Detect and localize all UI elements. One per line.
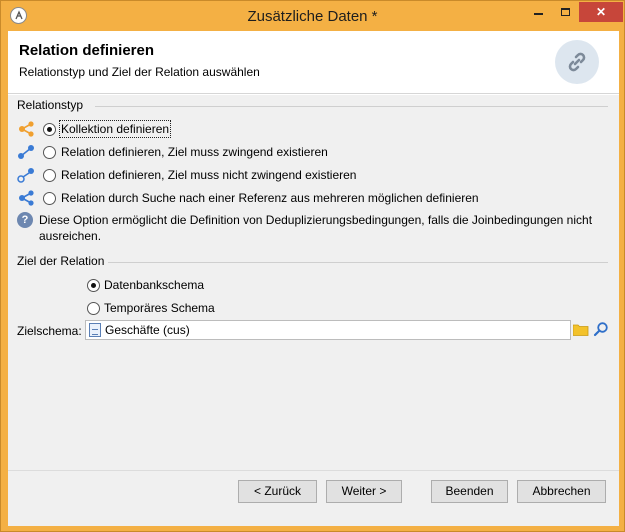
folder-icon[interactable]: [573, 323, 589, 336]
close-icon: ✕: [595, 5, 607, 19]
zielschema-label: Zielschema:: [17, 324, 82, 338]
ziel-group-label: Ziel der Relation: [17, 254, 105, 268]
relation-option-collection[interactable]: Kollektion definieren: [17, 120, 577, 138]
group-divider: [108, 262, 608, 263]
back-button[interactable]: < Zurück: [238, 480, 317, 503]
group-divider: [95, 106, 608, 107]
radio-label-database-schema: Datenbankschema: [104, 278, 205, 292]
wizard-footer: < Zurück Weiter > Beenden Abbrechen: [8, 470, 619, 526]
relationstyp-group-label: Relationstyp: [17, 98, 84, 112]
link-search-icon: [19, 190, 34, 206]
relation-option-search[interactable]: Relation durch Suche nach einer Referenz…: [17, 189, 577, 207]
radio-label-search: Relation durch Suche nach einer Referenz…: [61, 191, 479, 205]
info-text-line1: Diese Option ermöglicht die Definition v…: [39, 213, 593, 227]
radio-label-optional: Relation definieren, Ziel muss nicht zwi…: [61, 168, 357, 182]
radio-optional[interactable]: [43, 169, 56, 182]
zielschema-value: Geschäfte (cus): [105, 323, 190, 337]
schema-document-icon: [89, 323, 101, 337]
radio-label-collection: Kollektion definieren: [58, 120, 172, 138]
info-text-line2: ausreichen.: [39, 229, 102, 243]
title-bar[interactable]: Zusätzliche Daten * ✕: [1, 1, 624, 31]
radio-search[interactable]: [43, 192, 56, 205]
relation-option-optional[interactable]: Relation definieren, Ziel muss nicht zwi…: [17, 166, 577, 184]
collection-link-icon: [19, 121, 34, 137]
relation-option-required[interactable]: Relation definieren, Ziel muss zwingend …: [17, 143, 577, 161]
page-title: Relation definieren: [19, 42, 155, 59]
link-icon: [555, 40, 599, 84]
maximize-icon: [560, 7, 570, 16]
radio-temporary-schema[interactable]: [87, 302, 100, 315]
link-optional-icon: [17, 168, 34, 183]
radio-required[interactable]: [43, 146, 56, 159]
search-icon[interactable]: [593, 321, 609, 337]
wizard-body: Relationstyp Kollektion definieren Relat…: [8, 95, 619, 470]
radio-collection[interactable]: [43, 123, 56, 136]
link-required-icon: [18, 145, 34, 159]
minimize-icon: [533, 12, 543, 15]
target-option-database[interactable]: Datenbankschema: [87, 276, 287, 294]
dialog-client: Relation definieren Relationstyp und Zie…: [8, 31, 619, 526]
radio-database-schema[interactable]: [87, 279, 100, 292]
info-text: Diese Option ermöglicht die Definition v…: [39, 212, 614, 244]
info-icon: ?: [17, 212, 33, 228]
maximize-button[interactable]: [552, 2, 578, 22]
wizard-header: Relation definieren Relationstyp und Zie…: [8, 31, 619, 94]
minimize-button[interactable]: [525, 2, 551, 22]
cancel-button[interactable]: Abbrechen: [517, 480, 606, 503]
finish-button[interactable]: Beenden: [431, 480, 508, 503]
dialog-window: Zusätzliche Daten * ✕ Relation definiere…: [0, 0, 625, 532]
close-button[interactable]: ✕: [579, 2, 623, 22]
target-option-temporary[interactable]: Temporäres Schema: [87, 299, 287, 317]
zielschema-field[interactable]: Geschäfte (cus): [85, 320, 571, 340]
next-button[interactable]: Weiter >: [326, 480, 402, 503]
radio-label-required: Relation definieren, Ziel muss zwingend …: [61, 145, 328, 159]
page-subtitle: Relationstyp und Ziel der Relation auswä…: [19, 65, 260, 79]
radio-label-temporary-schema: Temporäres Schema: [104, 301, 215, 315]
